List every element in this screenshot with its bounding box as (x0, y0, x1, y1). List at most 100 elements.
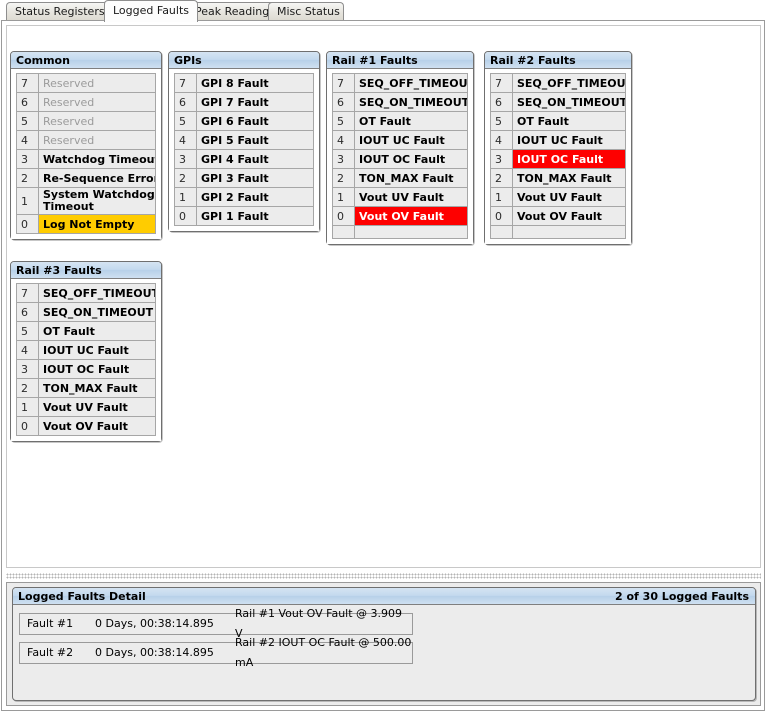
bit-label: System Watchdog Timeout (38, 187, 156, 215)
bit-number: 3 (16, 359, 39, 379)
splitter-handle[interactable] (6, 573, 761, 579)
bit-number: 2 (490, 168, 513, 188)
tab-page-logged-faults: Common 7 Reserved 6 Reserved 5 Reserved 4 Reserv… (1, 20, 765, 711)
panel-rail2: Rail #2 Faults 7 SEQ_OFF_TIMEOUT 6 SEQ_ON_TI… (484, 51, 632, 245)
table-row[interactable]: 5 OT Fault (16, 321, 156, 341)
bit-label: GPI 3 Fault (196, 168, 314, 188)
table-row[interactable]: 0 Vout OV Fault (490, 206, 626, 226)
fault-registers-area: Common 7 Reserved 6 Reserved 5 Reserved 4 Reserv… (6, 25, 761, 568)
bit-label: TON_MAX Fault (354, 168, 468, 188)
table-row[interactable]: 4 IOUT UC Fault (16, 340, 156, 360)
list-item[interactable]: Fault #2 0 Days, 00:38:14.895 Rail #2 IOUT… (19, 636, 413, 669)
fault-timestamp: 0 Days, 00:38:14.895 (95, 646, 214, 659)
bit-number: 7 (332, 73, 355, 93)
logged-faults-detail-title: Logged Faults Detail (18, 589, 146, 603)
table-row[interactable]: 3 GPI 4 Fault (174, 149, 314, 169)
bit-label: IOUT OC Fault (354, 149, 468, 169)
bit-number: 0 (490, 206, 513, 226)
table-row[interactable]: 0 GPI 1 Fault (174, 206, 314, 226)
logged-faults-detail-header: Logged Faults Detail 2 of 30 Logged Faul… (13, 588, 755, 605)
table-row[interactable]: 6 SEQ_ON_TIMEOUT (490, 92, 626, 112)
bit-label: IOUT UC Fault (354, 130, 468, 150)
bit-label: SEQ_OFF_TIMEOUT (512, 73, 626, 93)
logged-faults-detail-list: Fault #1 0 Days, 00:38:14.895 Rail #1 Vout… (13, 605, 755, 677)
tab-logged-faults[interactable]: Logged Faults (104, 0, 198, 22)
table-row[interactable]: 4 IOUT UC Fault (490, 130, 626, 150)
bit-number: 7 (174, 73, 197, 93)
tab-misc-status[interactable]: Misc Status (268, 2, 344, 21)
bit-label: Vout OV Fault (38, 416, 156, 436)
fault-timestamp: 0 Days, 00:38:14.895 (95, 617, 214, 630)
table-row[interactable]: 4 IOUT UC Fault (332, 130, 468, 150)
table-row[interactable]: 5 GPI 6 Fault (174, 111, 314, 131)
bit-number: 3 (16, 149, 39, 169)
table-row[interactable]: 5 OT Fault (332, 111, 468, 131)
bit-label: SEQ_OFF_TIMEOUT (38, 283, 156, 303)
bit-label: GPI 4 Fault (196, 149, 314, 169)
table-row[interactable]: 3 IOUT OC Fault (332, 149, 468, 169)
bit-label: Vout UV Fault (38, 397, 156, 417)
panel-rail3-body: 7 SEQ_OFF_TIMEOUT 6 SEQ_ON_TIMEOUT 5 OT Fault… (11, 279, 161, 441)
table-row[interactable]: 2 GPI 3 Fault (174, 168, 314, 188)
panel-common-title: Common (11, 52, 161, 69)
list-item[interactable]: Fault #1 0 Days, 00:38:14.895 Rail #1 Vout… (19, 607, 413, 640)
table-row[interactable]: 7 SEQ_OFF_TIMEOUT (16, 283, 156, 303)
bit-label: GPI 8 Fault (196, 73, 314, 93)
table-row[interactable]: 1 Vout UV Fault (332, 187, 468, 207)
bit-number: 6 (174, 92, 197, 112)
table-row[interactable]: 7 Reserved (16, 73, 156, 93)
bit-number: 4 (16, 130, 39, 150)
bit-number: 4 (174, 130, 197, 150)
panel-gpis: GPIs 7 GPI 8 Fault 6 GPI 7 Fault 5 GPI 6 Fault… (168, 51, 320, 232)
table-row[interactable]: 1 GPI 2 Fault (174, 187, 314, 207)
table-row[interactable]: 3 Watchdog Timeout (16, 149, 156, 169)
tab-status-registers[interactable]: Status Registers (6, 2, 108, 21)
bit-table-rail2: 7 SEQ_OFF_TIMEOUT 6 SEQ_ON_TIMEOUT 5 OT Fault… (490, 73, 626, 239)
table-row[interactable]: 2 Re-Sequence Error (16, 168, 156, 188)
tab-peak-readings[interactable]: Peak Readings (186, 2, 276, 21)
table-row-spacer (490, 225, 626, 239)
bit-number: 7 (490, 73, 513, 93)
table-row[interactable]: 0 Vout OV Fault (16, 416, 156, 436)
bit-label: IOUT UC Fault (38, 340, 156, 360)
table-row[interactable]: 5 Reserved (16, 111, 156, 131)
table-row[interactable]: 1 Vout UV Fault (16, 397, 156, 417)
table-row[interactable]: 4 GPI 5 Fault (174, 130, 314, 150)
bit-number: 3 (490, 149, 513, 169)
table-row[interactable]: 0 Log Not Empty (16, 214, 156, 234)
bit-label: SEQ_ON_TIMEOUT (38, 302, 156, 322)
table-row[interactable]: 0 Vout OV Fault (332, 206, 468, 226)
fault-description: Rail #2 IOUT OC Fault @ 500.00 mA (235, 636, 412, 669)
bit-number: 5 (16, 111, 39, 131)
table-row[interactable]: 6 SEQ_ON_TIMEOUT (332, 92, 468, 112)
table-row[interactable]: 4 Reserved (16, 130, 156, 150)
table-row[interactable]: 2 TON_MAX Fault (332, 168, 468, 188)
table-row[interactable]: 2 TON_MAX Fault (16, 378, 156, 398)
table-row[interactable]: 3 IOUT OC Fault (490, 149, 626, 169)
table-row[interactable]: 6 SEQ_ON_TIMEOUT (16, 302, 156, 322)
bit-label: IOUT OC Fault (512, 149, 626, 169)
panel-rail2-title: Rail #2 Faults (485, 52, 631, 69)
bit-label: Log Not Empty (38, 214, 156, 234)
bit-number: 1 (16, 187, 39, 215)
table-row[interactable]: 6 GPI 7 Fault (174, 92, 314, 112)
bit-label: TON_MAX Fault (512, 168, 626, 188)
bit-label: GPI 2 Fault (196, 187, 314, 207)
bit-label: SEQ_ON_TIMEOUT (354, 92, 468, 112)
table-row[interactable]: 7 SEQ_OFF_TIMEOUT (332, 73, 468, 93)
table-row[interactable]: 6 Reserved (16, 92, 156, 112)
table-row[interactable]: 1 System Watchdog Timeout (16, 187, 156, 215)
table-row[interactable]: 7 SEQ_OFF_TIMEOUT (490, 73, 626, 93)
panel-rail1: Rail #1 Faults 7 SEQ_OFF_TIMEOUT 6 SEQ_ON_TI… (326, 51, 474, 245)
bit-number: 6 (490, 92, 513, 112)
table-row[interactable]: 2 TON_MAX Fault (490, 168, 626, 188)
table-row[interactable]: 7 GPI 8 Fault (174, 73, 314, 93)
table-row[interactable]: 1 Vout UV Fault (490, 187, 626, 207)
table-row[interactable]: 3 IOUT OC Fault (16, 359, 156, 379)
bit-number: 6 (16, 302, 39, 322)
panel-gpis-body: 7 GPI 8 Fault 6 GPI 7 Fault 5 GPI 6 Fault 4 GPI… (169, 69, 319, 231)
table-row-spacer (332, 225, 468, 239)
bit-label: GPI 7 Fault (196, 92, 314, 112)
logged-faults-count: 2 of 30 Logged Faults (615, 589, 749, 603)
table-row[interactable]: 5 OT Fault (490, 111, 626, 131)
